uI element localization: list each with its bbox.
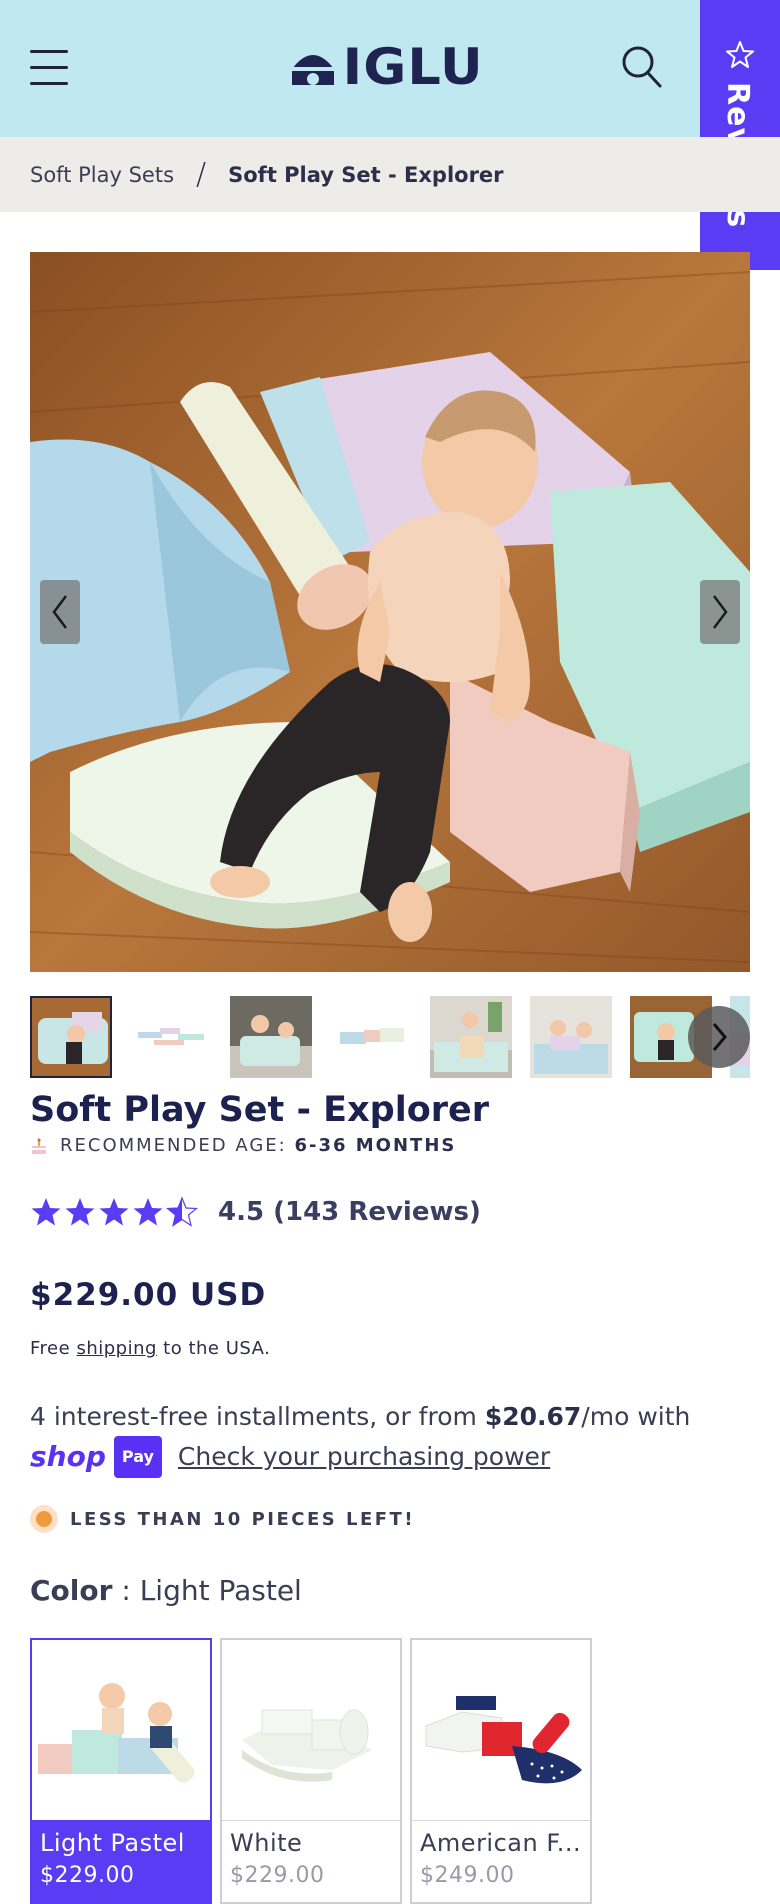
shop-pay-row: shop Pay Check your purchasing power bbox=[30, 1436, 760, 1478]
age-label: RECOMMENDED AGE: bbox=[60, 1135, 287, 1156]
shipping-prefix: Free bbox=[30, 1338, 71, 1359]
color-selected-value: Light Pastel bbox=[139, 1574, 302, 1607]
star-filled-icon bbox=[65, 1198, 95, 1226]
thumbnail[interactable] bbox=[330, 996, 412, 1078]
shipping-note: Free shipping to the USA. bbox=[30, 1338, 270, 1359]
star-filled-icon bbox=[31, 1198, 61, 1226]
logo-text: IGLU bbox=[342, 38, 484, 96]
rating[interactable]: 4.5 (143 Reviews) bbox=[30, 1196, 481, 1228]
color-separator: : bbox=[121, 1574, 131, 1607]
swatch-price: $249.00 bbox=[420, 1863, 515, 1888]
star-rating bbox=[30, 1196, 200, 1228]
installments-amount: $20.67 bbox=[484, 1402, 582, 1431]
installments-prefix: 4 interest-free installments, or from bbox=[30, 1402, 477, 1431]
site-header: IGLU bbox=[0, 0, 780, 137]
product-title: Soft Play Set - Explorer bbox=[30, 1090, 489, 1130]
swatch-image bbox=[32, 1640, 210, 1818]
thumbnail[interactable] bbox=[530, 996, 612, 1078]
igloo-logo-icon bbox=[291, 55, 335, 85]
thumbnail[interactable] bbox=[130, 996, 212, 1078]
swatch-info: Light Pastel $229.00 bbox=[32, 1820, 210, 1902]
stock-warning: LESS THAN 10 PIECES LEFT! bbox=[30, 1505, 415, 1533]
age-value: 6-36 MONTHS bbox=[294, 1135, 457, 1156]
star-half-icon bbox=[166, 1196, 198, 1227]
installments-info: 4 interest-free installments, or from $2… bbox=[30, 1398, 760, 1478]
star-outline-icon bbox=[726, 41, 754, 68]
rating-text[interactable]: 4.5 (143 Reviews) bbox=[218, 1197, 481, 1227]
breadcrumb-separator: / bbox=[196, 157, 207, 192]
stock-message: LESS THAN 10 PIECES LEFT! bbox=[70, 1508, 416, 1530]
swatch-name: American F... bbox=[420, 1829, 582, 1857]
breadcrumb: Soft Play Sets / Soft Play Set - Explore… bbox=[0, 137, 780, 212]
star-filled-icon bbox=[99, 1198, 129, 1226]
stock-dot-icon bbox=[30, 1505, 58, 1533]
gallery-prev-button[interactable] bbox=[40, 580, 80, 644]
color-label: Color bbox=[30, 1574, 113, 1607]
installments-line: 4 interest-free installments, or from $2… bbox=[30, 1398, 760, 1436]
shipping-suffix: to the USA. bbox=[163, 1338, 271, 1359]
chevron-left-icon bbox=[52, 595, 67, 629]
installments-suffix: /mo with bbox=[581, 1402, 691, 1431]
menu-line bbox=[30, 66, 68, 69]
product-main-image[interactable] bbox=[30, 252, 750, 972]
product-price: $229.00 USD bbox=[30, 1277, 267, 1313]
logo[interactable]: IGLU bbox=[288, 42, 483, 92]
recommended-age: RECOMMENDED AGE: 6-36 MONTHS bbox=[30, 1135, 456, 1156]
swatch-name: Light Pastel bbox=[40, 1829, 185, 1857]
swatch-name: White bbox=[230, 1829, 303, 1857]
purchasing-power-link[interactable]: Check your purchasing power bbox=[178, 1438, 550, 1476]
menu-icon[interactable] bbox=[30, 50, 68, 86]
shipping-link[interactable]: shipping bbox=[76, 1338, 156, 1359]
breadcrumb-current: Soft Play Set - Explorer bbox=[228, 162, 504, 187]
thumbnail[interactable] bbox=[230, 996, 312, 1078]
swatch-image bbox=[412, 1640, 590, 1818]
thumbnail[interactable] bbox=[30, 996, 112, 1078]
breadcrumb-parent-link[interactable]: Soft Play Sets bbox=[30, 163, 174, 187]
thumbnail-strip bbox=[30, 996, 750, 1078]
swatch-info: American F... $249.00 bbox=[412, 1820, 590, 1902]
chevron-right-icon bbox=[712, 1023, 727, 1051]
gallery-next-button[interactable] bbox=[700, 580, 740, 644]
color-option-white[interactable]: White $229.00 bbox=[220, 1638, 402, 1904]
search-icon[interactable] bbox=[620, 44, 664, 90]
thumbnail[interactable] bbox=[430, 996, 512, 1078]
shop-pay-badge: Pay bbox=[113, 1436, 162, 1478]
color-selector-label: Color : Light Pastel bbox=[30, 1574, 302, 1607]
color-option-light-pastel[interactable]: Light Pastel $229.00 bbox=[30, 1638, 212, 1904]
swatch-info: White $229.00 bbox=[222, 1820, 400, 1902]
shop-pay-logo: shop bbox=[30, 1440, 106, 1473]
color-option-american-flag[interactable]: American F... $249.00 bbox=[410, 1638, 592, 1904]
cake-icon bbox=[32, 1138, 46, 1154]
menu-line bbox=[30, 50, 68, 53]
thumbnails-next-button[interactable] bbox=[688, 1006, 750, 1068]
reviews-tab[interactable]: Reviews bbox=[700, 0, 780, 270]
star-filled-icon bbox=[133, 1198, 163, 1226]
swatch-price: $229.00 bbox=[230, 1863, 325, 1888]
chevron-right-icon bbox=[713, 595, 728, 629]
swatch-image bbox=[222, 1640, 400, 1818]
swatch-price: $229.00 bbox=[40, 1863, 135, 1888]
menu-line bbox=[30, 82, 68, 85]
